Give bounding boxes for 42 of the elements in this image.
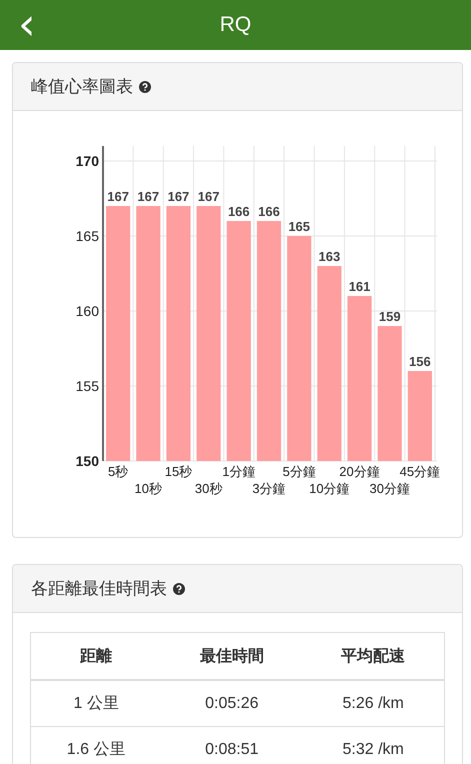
x-tick-label: 5秒 <box>108 464 128 479</box>
y-tick-label: 150 <box>76 453 99 469</box>
table-cell: 5:26 /km <box>302 680 444 726</box>
table-cell: 0:05:26 <box>161 680 302 726</box>
y-tick-label: 160 <box>76 303 99 319</box>
back-button[interactable]: ‹ <box>18 5 36 45</box>
x-tick-label: 15秒 <box>164 464 192 479</box>
help-icon[interactable] <box>173 582 185 594</box>
x-tick-label: 1分鐘 <box>222 464 256 479</box>
data-label: 167 <box>137 189 160 204</box>
data-label: 156 <box>409 354 431 369</box>
x-tick-label: 45分鐘 <box>400 464 440 479</box>
data-label: 166 <box>228 204 250 219</box>
data-label: 166 <box>258 204 280 219</box>
data-label: 161 <box>348 279 370 294</box>
y-tick-label: 155 <box>76 378 99 394</box>
column-header: 最佳時間 <box>161 632 302 680</box>
x-tick-label: 30分鐘 <box>370 481 410 496</box>
table-cell: 0:08:51 <box>161 726 302 764</box>
table-cell: 1 公里 <box>30 680 162 726</box>
table-cell: 1.6 公里 <box>30 726 162 764</box>
data-label: 159 <box>378 309 401 324</box>
card-title: 各距離最佳時間表 <box>31 578 167 600</box>
column-header: 平均配速 <box>302 632 444 680</box>
data-label: 167 <box>107 189 129 204</box>
help-icon[interactable] <box>139 80 151 92</box>
card-title: 峰值心率圖表 <box>31 76 133 98</box>
x-tick-label: 5分鐘 <box>282 464 316 479</box>
y-tick-label: 170 <box>76 153 99 169</box>
app-title: RQ <box>220 13 252 37</box>
x-tick-label: 3分鐘 <box>252 481 286 496</box>
y-tick-label: 165 <box>76 228 99 244</box>
data-label: 165 <box>288 219 310 234</box>
x-tick-label: 10分鐘 <box>309 481 350 496</box>
table-cell: 5:32 /km <box>302 726 444 764</box>
data-label: 167 <box>168 189 190 204</box>
x-tick-label: 30秒 <box>194 481 222 496</box>
x-tick-label: 10秒 <box>134 481 162 496</box>
data-label: 167 <box>198 189 220 204</box>
column-header: 距離 <box>30 632 162 680</box>
x-tick-label: 20分鐘 <box>339 464 380 479</box>
data-label: 163 <box>318 249 340 264</box>
